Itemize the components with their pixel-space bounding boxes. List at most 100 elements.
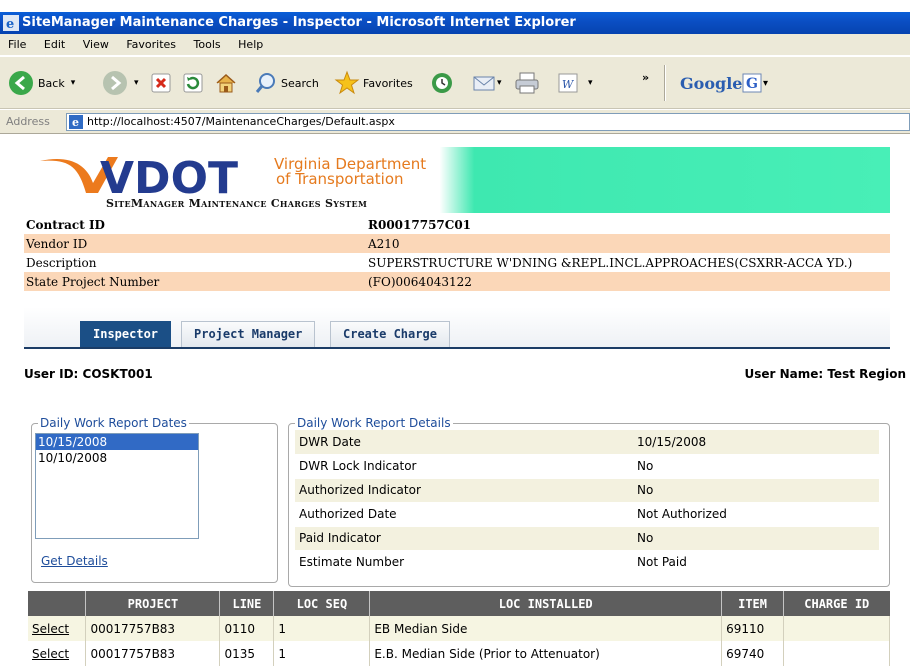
ie-page-icon: e — [69, 115, 83, 129]
authorized-indicator-value: No — [633, 478, 879, 503]
description-row: Description SUPERSTRUCTURE W'DNING &REPL… — [24, 253, 890, 272]
mail-icon — [473, 76, 495, 91]
toolbar-separator — [664, 65, 666, 101]
item-cell: 69740 — [721, 641, 785, 666]
edit-dropdown-icon[interactable]: ▾ — [588, 78, 593, 88]
tab-create-charge[interactable]: Create Charge — [330, 321, 450, 347]
dwr-date-option[interactable]: 10/15/2008 — [36, 434, 198, 450]
grid-header-item: ITEM — [721, 591, 785, 616]
authorized-date-label: Authorized Date — [295, 502, 633, 527]
select-link[interactable]: Select — [28, 641, 87, 666]
browser-toolbar: Back ▾ ▾ Search Favorites ▾ W ▾ » Google… — [0, 57, 910, 109]
system-name: SiteManager Maintenance Charges System — [106, 197, 368, 210]
dwr-lock-label: DWR Lock Indicator — [295, 454, 633, 479]
home-icon — [216, 73, 236, 93]
back-arrow-icon — [9, 71, 33, 95]
line-cell: 0135 — [219, 641, 275, 666]
vendor-id-value: A210 — [368, 236, 400, 251]
back-label: Back — [38, 76, 65, 90]
grid-header-loc-installed: LOC INSTALLED — [369, 591, 723, 616]
grid-header-select — [28, 591, 87, 616]
description-value: SUPERSTRUCTURE W'DNING &REPL.INCL.APPROA… — [368, 255, 853, 270]
toolbar-chevron[interactable]: » — [642, 59, 649, 95]
authorized-indicator-label: Authorized Indicator — [295, 478, 633, 503]
menu-tools[interactable]: Tools — [194, 38, 221, 51]
user-name: User Name: Test Region — [744, 367, 906, 381]
mail-dropdown-icon[interactable]: ▾ — [497, 78, 502, 88]
menu-view[interactable]: View — [83, 38, 109, 51]
print-button[interactable] — [514, 65, 540, 101]
contract-id-value: R00017757C01 — [368, 217, 472, 232]
window-titlebar: e SiteManager Maintenance Charges - Insp… — [0, 12, 910, 34]
google-toolbar-logo: Google — [680, 73, 743, 93]
history-button[interactable] — [430, 65, 454, 101]
svg-text:G: G — [746, 76, 758, 92]
dwr-dates-legend: Daily Work Report Dates — [38, 416, 189, 430]
dwr-dates-fieldset: Daily Work Report Dates 10/15/2008 10/10… — [31, 416, 278, 583]
google-search-button[interactable]: G ▾ — [742, 65, 768, 101]
item-cell: 69110 — [721, 616, 785, 641]
charge-id-cell — [783, 641, 890, 666]
state-project-value: (FO)0064043122 — [368, 274, 472, 289]
grid-header-row: PROJECT LINE LOC SEQ LOC INSTALLED ITEM … — [28, 591, 890, 616]
state-project-row: State Project Number (FO)0064043122 — [24, 272, 890, 291]
dwr-details-table: DWR Date 10/15/2008 DWR Lock Indicator No … — [295, 430, 879, 575]
tab-inspector[interactable]: Inspector — [80, 321, 172, 347]
edit-word-button[interactable]: W ▾ — [556, 65, 593, 101]
tab-strip: Inspector Project Manager Create Charge — [24, 307, 890, 349]
dwr-detail-row: DWR Lock Indicator No — [295, 454, 879, 479]
menu-help[interactable]: Help — [238, 38, 263, 51]
dwr-details-legend: Daily Work Report Details — [295, 416, 453, 430]
paid-indicator-value: No — [633, 526, 879, 551]
menu-edit[interactable]: Edit — [44, 38, 65, 51]
authorized-date-value: Not Authorized — [633, 502, 879, 527]
page-content: VDOT Virginia Department of Transportati… — [0, 135, 910, 671]
vdot-department-name: Virginia Department of Transportation — [274, 155, 427, 188]
vdot-banner: VDOT Virginia Department of Transportati… — [24, 147, 890, 213]
svg-text:W: W — [562, 78, 575, 91]
menu-file[interactable]: File — [8, 38, 26, 51]
line-cell: 0110 — [219, 616, 275, 641]
back-dropdown-icon[interactable]: ▾ — [71, 78, 76, 88]
estimate-number-label: Estimate Number — [295, 550, 633, 575]
search-icon — [255, 73, 275, 93]
dwr-detail-row: Authorized Indicator No — [295, 478, 879, 503]
printer-icon — [515, 72, 539, 94]
refresh-button[interactable] — [182, 65, 204, 101]
get-details-link[interactable]: Get Details — [41, 554, 108, 568]
loc-installed-cell: E.B. Median Side (Prior to Attenuator) — [369, 641, 723, 666]
address-input[interactable]: e http://localhost:4507/MaintenanceCharg… — [66, 113, 910, 131]
user-id: User ID: COSKT001 — [24, 367, 153, 381]
paid-indicator-label: Paid Indicator — [295, 526, 633, 551]
history-icon — [432, 73, 452, 93]
window-title: SiteManager Maintenance Charges - Inspec… — [22, 15, 576, 30]
grid-header-loc-seq: LOC SEQ — [273, 591, 371, 616]
select-link[interactable]: Select — [28, 616, 87, 641]
project-cell: 00017757B83 — [85, 641, 221, 666]
forward-button[interactable]: ▾ — [102, 65, 139, 101]
charge-id-cell — [783, 616, 890, 641]
dwr-date-option[interactable]: 10/10/2008 — [36, 450, 198, 466]
address-label: Address — [6, 115, 50, 128]
favorites-button[interactable]: Favorites — [334, 65, 413, 101]
vendor-id-row: Vendor ID A210 — [24, 234, 890, 253]
search-button[interactable]: Search — [254, 65, 319, 101]
dwr-detail-row: DWR Date 10/15/2008 — [295, 430, 879, 455]
dwr-dates-listbox[interactable]: 10/15/2008 10/10/2008 — [35, 433, 199, 539]
tab-project-manager[interactable]: Project Manager — [181, 321, 316, 347]
forward-dropdown-icon[interactable]: ▾ — [134, 78, 139, 88]
grid-header-line: LINE — [219, 591, 275, 616]
table-row: Select 00017757B83 0135 1 E.B. Median Si… — [28, 641, 890, 666]
stop-button[interactable] — [150, 65, 172, 101]
home-button[interactable] — [214, 65, 238, 101]
mail-button[interactable]: ▾ — [472, 65, 502, 101]
menu-favorites[interactable]: Favorites — [126, 38, 176, 51]
estimate-number-value: Not Paid — [633, 550, 879, 575]
star-icon — [334, 70, 360, 95]
back-button[interactable]: Back ▾ — [8, 65, 75, 101]
address-bar: Address e http://localhost:4507/Maintena… — [0, 110, 910, 134]
google-dropdown-icon[interactable]: ▾ — [763, 78, 768, 89]
forward-arrow-icon — [103, 71, 127, 95]
dwr-detail-row: Paid Indicator No — [295, 526, 879, 551]
loc-installed-cell: EB Median Side — [369, 616, 723, 641]
